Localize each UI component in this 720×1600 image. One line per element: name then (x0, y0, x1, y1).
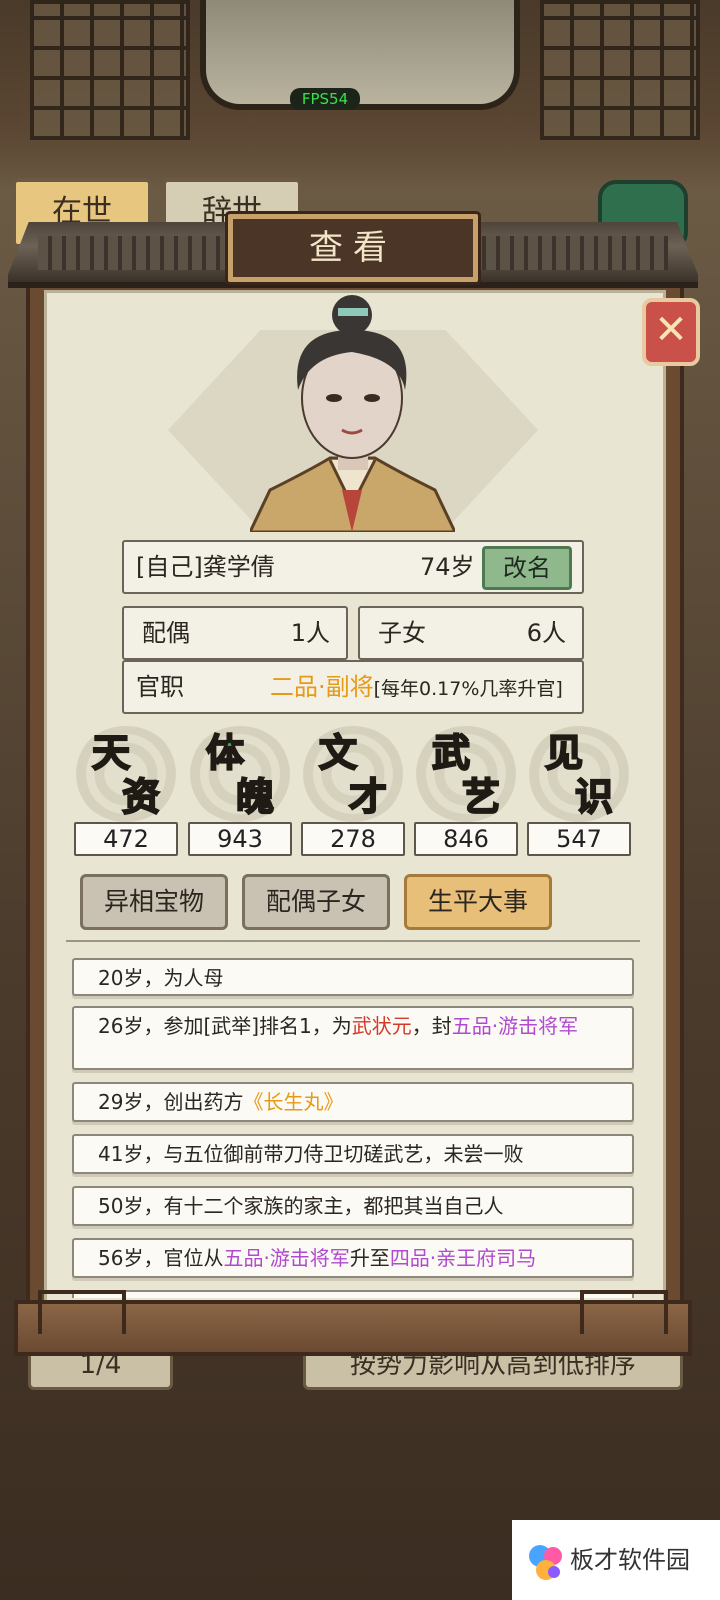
fps-counter: FPS54 (290, 88, 360, 110)
list-item: 50岁，有十二个家族的家主，都把其当自己人 (72, 1186, 634, 1226)
office-promotion-note: [每年0.17%几率升官] (373, 678, 563, 700)
event-text: ，封 (411, 1014, 452, 1038)
attr-value-knowledge: 547 (527, 822, 631, 856)
tab-life-events[interactable]: 生平大事 (404, 874, 552, 930)
office-rank: 二品·副将 (270, 673, 374, 701)
section-divider (66, 940, 640, 950)
children-row: 子女 6人 (358, 606, 584, 660)
attr-physique: 体 魄 (188, 722, 292, 822)
attr-char-2: 识 (574, 773, 614, 820)
event-text: 29岁，创出药方 (98, 1090, 244, 1114)
office-row: 官职 二品·副将[每年0.17%几率升官] (122, 660, 584, 714)
attr-talent: 天 资 (74, 722, 178, 822)
rename-button[interactable]: 改名 (482, 546, 572, 590)
character-portrait (250, 295, 455, 532)
watermark: 板才软件园 (512, 1520, 720, 1600)
children-label: 子女 (378, 619, 426, 647)
event-text: 26岁，参加[武举]排名1，为 (98, 1014, 352, 1038)
background-painting (200, 0, 520, 110)
dialog-title: 查看 (309, 228, 397, 268)
tab-treasures[interactable]: 异相宝物 (80, 874, 228, 930)
event-text: 升至 (349, 1246, 390, 1270)
attr-value-talent: 472 (74, 822, 178, 856)
list-item: 29岁，创出药方《长生丸》 (72, 1082, 634, 1122)
event-text: 20岁，为人母 (98, 966, 224, 990)
life-events-list[interactable]: 20岁，为人母 26岁，参加[武举]排名1，为武状元，封五品·游击将军 29岁，… (66, 958, 640, 1298)
watermark-logo-icon (529, 1545, 562, 1580)
attr-char-2: 资 (121, 773, 161, 820)
list-item: 41岁，与五位御前带刀侍卫切磋武艺，未尝一败 (72, 1134, 634, 1174)
attr-value-martial: 846 (414, 822, 518, 856)
attr-knowledge: 见 识 (527, 722, 631, 822)
window-lattice-left (30, 0, 190, 140)
event-highlight: 武状元 (351, 1014, 412, 1038)
event-highlight: 四品·亲王府司马 (389, 1246, 537, 1270)
character-name: [自己]龚学倩 (136, 553, 275, 581)
window-lattice-right (540, 0, 700, 140)
close-x-icon[interactable]: ✕ (642, 298, 700, 366)
event-text: 56岁，官位从 (98, 1246, 224, 1270)
event-text: 50岁，有十二个家族的家主，都把其当自己人 (98, 1194, 504, 1218)
spouse-row: 配偶 1人 (122, 606, 348, 660)
spouse-count: 1人 (290, 619, 330, 647)
spouse-label: 配偶 (142, 619, 190, 647)
office-label: 官职 (136, 673, 184, 701)
list-item: 20岁，为人母 (72, 958, 634, 996)
dialog-title-plaque: 查看 (228, 214, 478, 282)
attr-literary: 文 才 (301, 722, 405, 822)
tab-spouse-children[interactable]: 配偶子女 (242, 874, 390, 930)
attr-char-2: 艺 (461, 773, 501, 820)
event-highlight: 五品·游击将军 (223, 1246, 350, 1270)
list-item: 26岁，参加[武举]排名1，为武状元，封五品·游击将军 (72, 1006, 634, 1070)
event-text: 41岁，与五位御前带刀侍卫切磋武艺，未尝一败 (98, 1142, 524, 1166)
event-highlight: 《长生丸》 (243, 1090, 344, 1114)
list-item: 56岁，官位从五品·游击将军升至四品·亲王府司马 (72, 1238, 634, 1278)
attr-value-physique: 943 (188, 822, 292, 856)
event-highlight: 五品·游击将军 (451, 1014, 579, 1038)
attr-value-literary: 278 (301, 822, 405, 856)
list-item (72, 1290, 634, 1298)
attr-martial: 武 艺 (414, 722, 518, 822)
character-age: 74岁 (420, 553, 475, 581)
attr-char-2: 魄 (235, 773, 275, 820)
attr-char-2: 才 (348, 773, 388, 820)
dialog-bottom-rail (14, 1290, 692, 1356)
watermark-text: 板才软件园 (570, 1546, 690, 1574)
children-count: 6人 (526, 619, 566, 647)
office-value: 二品·副将[每年0.17%几率升官] (270, 662, 563, 714)
